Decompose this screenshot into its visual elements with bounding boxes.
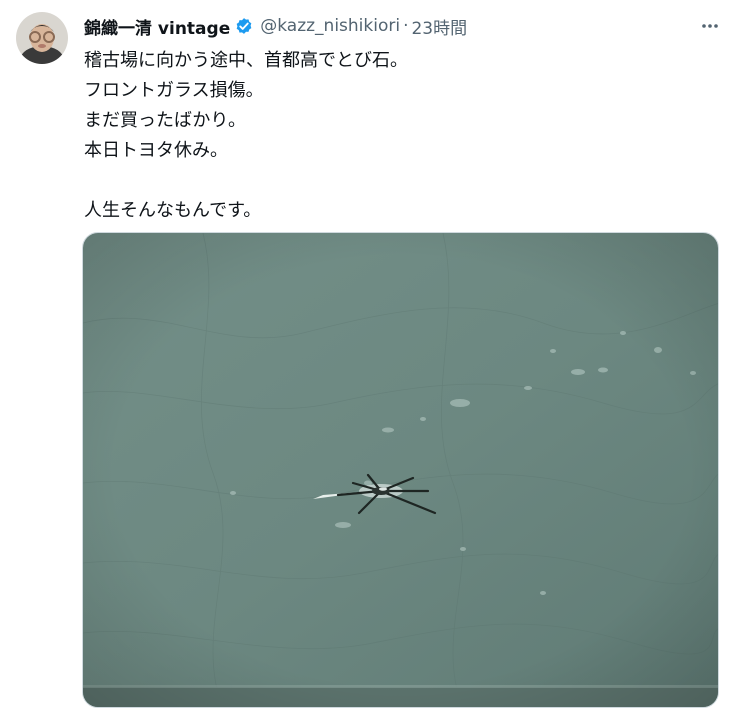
verified-badge-icon[interactable] [234, 16, 254, 36]
tweet-text-line: 稽古場に向かう途中、首都高でとび石。 [84, 50, 408, 71]
cracked-windshield-photo [83, 233, 718, 707]
tweet-text: 稽古場に向かう途中、首都高でとび石。 フロントガラス損傷。 まだ買ったばかり。 … [84, 46, 704, 226]
more-options-button[interactable] [696, 12, 724, 40]
display-name[interactable]: 錦織一清 vintage [84, 14, 230, 39]
tweet-text-line: 人生そんなもんです。 [84, 200, 262, 221]
tweet-text-line: 本日トヨタ休み。 [84, 140, 228, 161]
tweet-text-line: フロントガラス損傷。 [84, 80, 264, 101]
tweet-header: 錦織一清 vintage @kazz_nishikiori · 23時間 [84, 14, 467, 39]
user-handle[interactable]: @kazz_nishikiori [260, 16, 400, 36]
tweet-photo[interactable] [82, 232, 719, 708]
timestamp[interactable]: 23時間 [411, 14, 467, 39]
more-horizontal-icon [702, 24, 718, 28]
tweet: 錦織一清 vintage @kazz_nishikiori · 23時間 稽古場… [0, 0, 738, 725]
tweet-text-line [84, 166, 704, 196]
tweet-text-line: まだ買ったばかり。 [84, 110, 246, 131]
separator-dot: · [403, 16, 409, 36]
avatar[interactable] [16, 12, 68, 64]
avatar-photo-icon [16, 12, 68, 64]
